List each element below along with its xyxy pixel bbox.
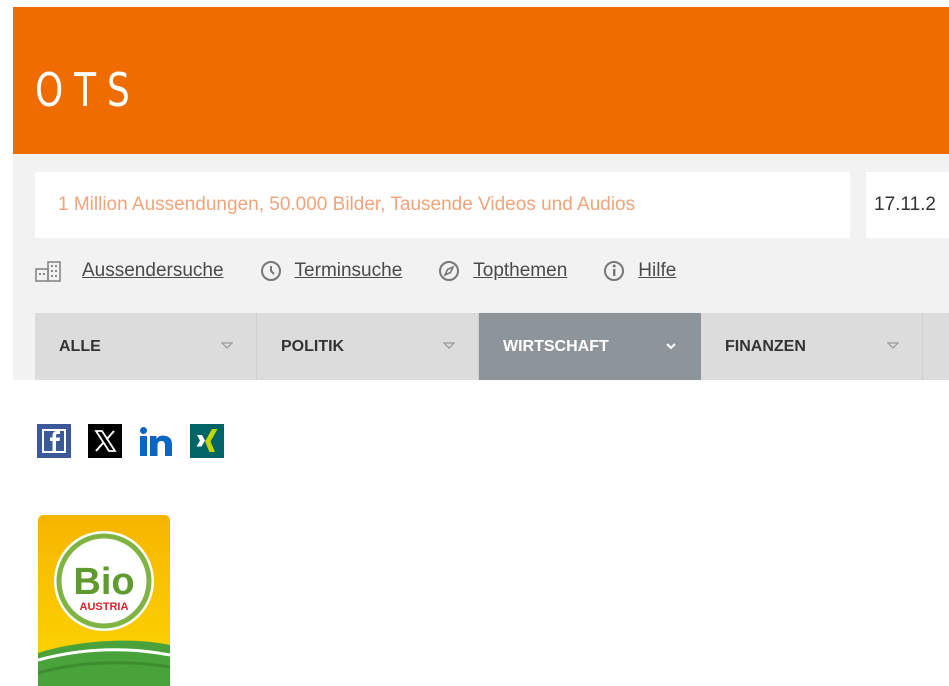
linkedin-share-button[interactable] xyxy=(139,424,173,458)
hilfe-link[interactable]: Hilfe xyxy=(603,260,676,282)
tab-wirtschaft[interactable]: WIRTSCHAFT xyxy=(479,313,701,380)
bio-austria-logo: Bio AUSTRIA xyxy=(38,515,170,686)
xing-icon xyxy=(190,424,224,458)
austria-logo-text: AUSTRIA xyxy=(80,601,129,613)
triangle-down-icon xyxy=(221,342,233,349)
search-input[interactable]: 1 Million Aussendungen, 50.000 Bilder, T… xyxy=(35,172,850,238)
tab-wirtschaft-label: WIRTSCHAFT xyxy=(503,338,609,355)
x-share-button[interactable] xyxy=(88,424,122,458)
date-field[interactable]: 17.11.2 xyxy=(866,172,949,238)
tab-more[interactable] xyxy=(923,313,949,380)
tab-alle-label: ALLE xyxy=(59,338,101,355)
quick-links: Aussendersuche Terminsuche Topthemen Hil… xyxy=(35,253,712,289)
facebook-icon xyxy=(37,424,71,458)
compass-icon xyxy=(438,260,460,282)
ots-logo[interactable]: OTS xyxy=(35,59,141,121)
clock-icon xyxy=(260,260,282,282)
xing-share-button[interactable] xyxy=(190,424,224,458)
site-header: OTS xyxy=(13,7,949,154)
share-bar xyxy=(37,424,241,458)
terminsuche-link[interactable]: Terminsuche xyxy=(260,260,403,282)
terminsuche-label: Terminsuche xyxy=(294,260,403,281)
topthemen-label: Topthemen xyxy=(473,260,568,281)
bio-logo-text: Bio xyxy=(73,561,134,603)
chevron-down-icon xyxy=(666,343,676,350)
aussendersuche-label: Aussendersuche xyxy=(82,260,224,281)
linkedin-icon xyxy=(140,427,172,456)
info-icon xyxy=(603,260,625,282)
tab-politik-label: POLITIK xyxy=(281,338,345,355)
hilfe-label: Hilfe xyxy=(638,260,677,281)
tab-finanzen[interactable]: FINANZEN xyxy=(701,313,923,380)
triangle-down-icon xyxy=(443,342,455,349)
x-icon xyxy=(88,424,122,458)
triangle-down-icon xyxy=(887,342,899,349)
tab-politik[interactable]: POLITIK xyxy=(257,313,479,380)
building-icon xyxy=(35,260,69,282)
tab-finanzen-label: FINANZEN xyxy=(725,338,806,355)
category-nav: ALLE POLITIK WIRTSCHAFT FINANZEN xyxy=(35,313,949,380)
tab-alle[interactable]: ALLE xyxy=(35,313,257,380)
aussendersuche-link[interactable]: Aussendersuche xyxy=(35,260,224,282)
facebook-share-button[interactable] xyxy=(37,424,71,458)
topthemen-link[interactable]: Topthemen xyxy=(438,260,567,282)
